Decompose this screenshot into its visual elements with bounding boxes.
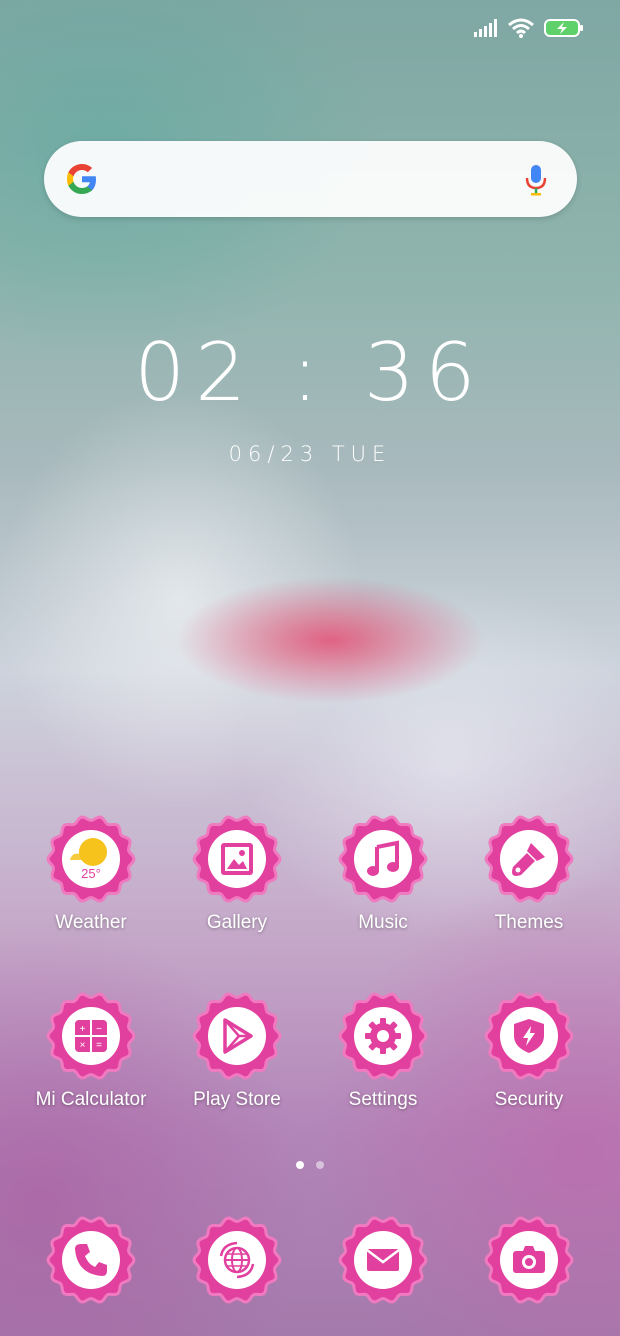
- music-icon: [367, 840, 399, 876]
- weather-icon: 25°: [70, 838, 107, 881]
- app-music[interactable]: Music: [310, 814, 456, 934]
- clock-widget-date[interactable]: 06/23 TUE: [0, 442, 620, 466]
- dock-phone[interactable]: [18, 1215, 164, 1305]
- security-shield-icon: [514, 1019, 544, 1053]
- page-dot-2[interactable]: [316, 1161, 324, 1169]
- app-label-music: Music: [358, 912, 408, 933]
- weather-temp: 25°: [81, 866, 101, 881]
- page-dot-1[interactable]: [296, 1161, 304, 1169]
- app-label-themes: Themes: [494, 912, 564, 933]
- battery-charging-icon: [544, 19, 583, 37]
- app-play-store[interactable]: Play Store: [164, 991, 310, 1111]
- camera-icon: [513, 1246, 545, 1273]
- messages-envelope-icon: [366, 1249, 400, 1271]
- app-label-gallery: Gallery: [206, 912, 268, 933]
- app-mi-calculator[interactable]: + − × = Mi Calculator: [18, 991, 164, 1111]
- app-label-weather: Weather: [55, 912, 127, 933]
- app-security[interactable]: Security: [456, 991, 602, 1111]
- signal-icon: [474, 19, 497, 37]
- microphone-icon[interactable]: [525, 163, 547, 197]
- browser-globe-icon: [219, 1241, 255, 1279]
- settings-gear-icon: [365, 1018, 401, 1054]
- svg-text:+: +: [80, 1024, 86, 1035]
- app-settings[interactable]: Settings: [310, 991, 456, 1111]
- dock-camera[interactable]: [456, 1215, 602, 1305]
- google-g-icon[interactable]: [64, 161, 100, 197]
- gallery-icon: [221, 843, 253, 875]
- app-themes[interactable]: Themes: [456, 814, 602, 934]
- app-label-play-store: Play Store: [193, 1089, 281, 1110]
- dock-browser[interactable]: [164, 1215, 310, 1305]
- wifi-icon: [508, 18, 534, 38]
- calculator-icon: + − × =: [75, 1020, 107, 1052]
- status-bar: [0, 0, 620, 56]
- dock-messages[interactable]: [310, 1215, 456, 1305]
- app-label-mi-calculator: Mi Calculator: [35, 1089, 147, 1110]
- app-label-settings: Settings: [348, 1089, 418, 1110]
- svg-text:−: −: [96, 1024, 102, 1035]
- app-gallery[interactable]: Gallery: [164, 814, 310, 934]
- app-weather[interactable]: 25° Weather: [18, 814, 164, 934]
- phone-icon: [75, 1244, 107, 1276]
- themes-brush-icon: [512, 843, 545, 876]
- svg-text:×: ×: [80, 1040, 86, 1051]
- play-store-icon: [223, 1018, 253, 1054]
- app-label-security: Security: [494, 1089, 564, 1110]
- google-search-bar[interactable]: [44, 141, 577, 217]
- clock-widget-time[interactable]: 02 : 36: [0, 326, 620, 419]
- page-indicator: [0, 1161, 620, 1169]
- svg-text:=: =: [96, 1040, 102, 1051]
